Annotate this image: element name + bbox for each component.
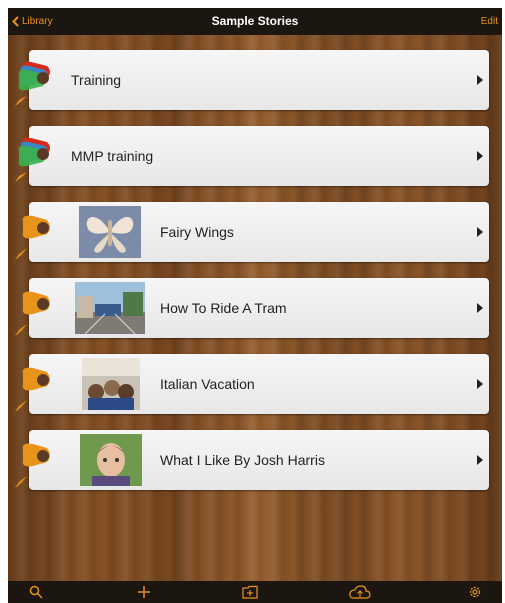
story-thumbnail: [82, 358, 140, 410]
story-collection-row[interactable]: MMP training: [15, 122, 489, 190]
multicolor-tag-icon: [15, 61, 50, 106]
chevron-right-icon: [477, 379, 483, 389]
chevron-right-icon: [477, 151, 483, 161]
edit-button[interactable]: Edit: [481, 8, 498, 35]
orange-tag-icon: [15, 215, 50, 260]
add-icon: [138, 586, 150, 598]
chevron-right-icon: [477, 303, 483, 313]
story-title: MMP training: [71, 148, 154, 164]
story-thumbnail: [80, 434, 142, 486]
story-title: What I Like By Josh Harris: [160, 452, 325, 468]
story-thumbnail: [79, 206, 141, 258]
bottom-toolbar: [8, 581, 502, 603]
settings-button[interactable]: [466, 583, 484, 601]
chevron-right-icon: [477, 227, 483, 237]
navigation-bar: Library Sample Stories Edit: [8, 8, 502, 35]
story-row[interactable]: What I Like By Josh Harris: [15, 430, 489, 490]
search-button[interactable]: [27, 583, 45, 601]
cloud-upload-button[interactable]: [349, 583, 371, 601]
story-title: Fairy Wings: [160, 224, 234, 240]
cloud-upload-icon: [349, 585, 371, 599]
search-icon: [29, 585, 43, 599]
add-story-button[interactable]: [135, 583, 153, 601]
story-title: How To Ride A Tram: [160, 300, 287, 316]
story-row[interactable]: Italian Vacation: [15, 354, 489, 414]
page-title: Sample Stories: [211, 14, 299, 28]
orange-tag-icon: [15, 367, 50, 412]
orange-tag-icon: [15, 443, 50, 488]
story-row[interactable]: How To Ride A Tram: [15, 278, 489, 338]
new-folder-icon: [242, 585, 258, 599]
story-thumbnail: [75, 282, 145, 334]
story-title: Italian Vacation: [160, 376, 255, 392]
multicolor-tag-icon: [15, 137, 50, 182]
orange-tag-icon: [15, 291, 50, 336]
story-title: Training: [71, 72, 122, 88]
story-row[interactable]: Fairy Wings: [15, 202, 489, 262]
chevron-right-icon: [477, 75, 483, 85]
chevron-right-icon: [477, 455, 483, 465]
story-collection-row[interactable]: Training: [15, 46, 489, 114]
settings-icon: [469, 586, 481, 598]
new-collection-button[interactable]: [241, 583, 259, 601]
app-window: Library Sample Stories Edit Training MMP…: [8, 8, 502, 603]
